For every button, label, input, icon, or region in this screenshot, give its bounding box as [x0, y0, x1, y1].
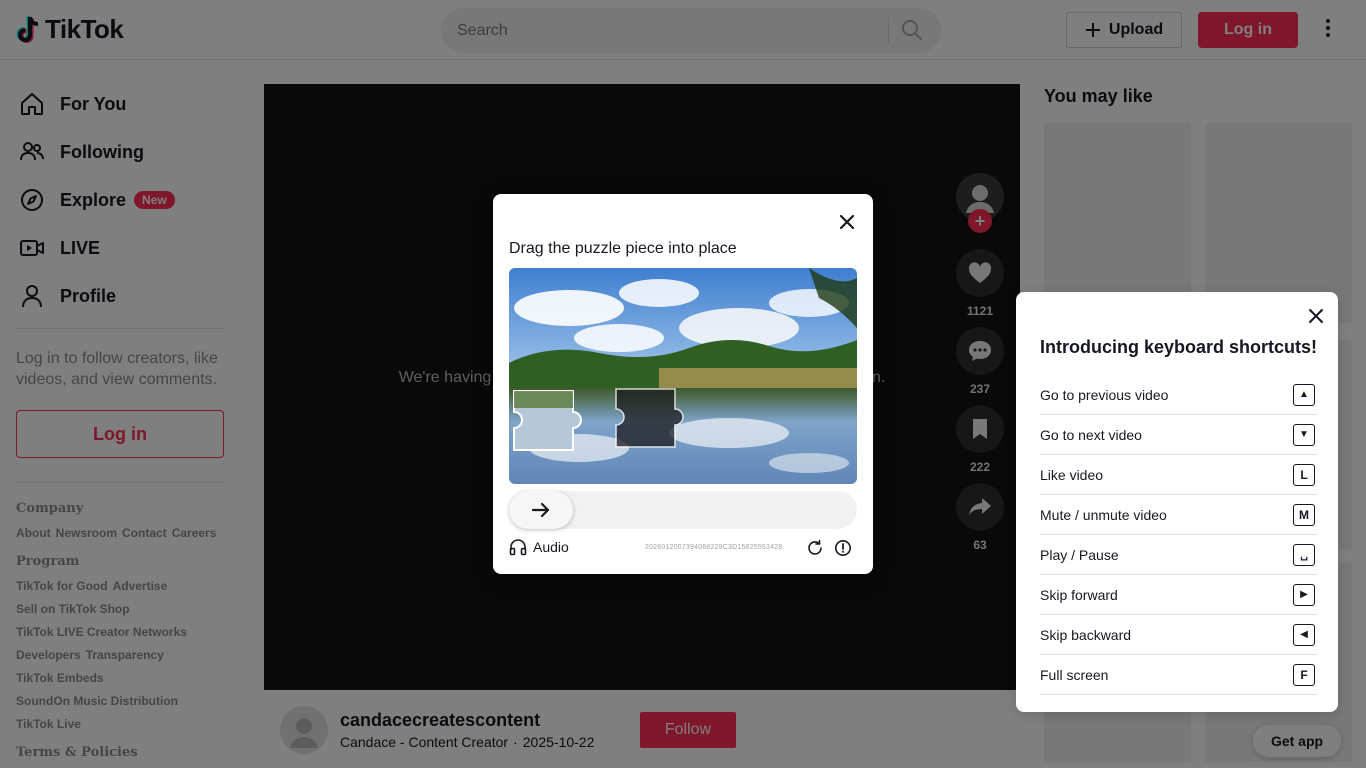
close-icon	[839, 214, 855, 230]
refresh-icon	[808, 539, 822, 555]
shortcut-row: Full screen F	[1040, 655, 1317, 695]
captcha-slider-handle[interactable]	[509, 491, 573, 529]
shortcut-row: Play / Pause ␣	[1040, 535, 1317, 575]
shortcuts-title: Introducing keyboard shortcuts!	[1040, 337, 1318, 357]
shortcut-label: Play / Pause	[1040, 546, 1119, 563]
arrow-right-key-icon: ▶	[1293, 583, 1315, 606]
shortcut-label: Full screen	[1040, 666, 1109, 683]
captcha-slider-track[interactable]	[509, 491, 857, 529]
shortcut-row: Skip backward ◀	[1040, 615, 1317, 655]
captcha-puzzle-image	[509, 268, 857, 484]
space-key-icon: ␣	[1293, 543, 1315, 566]
captcha-audio-label: Audio	[533, 539, 569, 555]
shortcut-label: Skip forward	[1040, 586, 1118, 603]
shortcut-label: Like video	[1040, 466, 1104, 483]
captcha-id-code: 2026012007394068229C3D15825553428	[645, 544, 783, 551]
captcha-refresh-button[interactable]	[806, 539, 824, 557]
f-key-icon: F	[1293, 663, 1315, 686]
shortcut-label: Skip backward	[1040, 626, 1132, 643]
shortcut-row: Mute / unmute video M	[1040, 495, 1317, 535]
shortcut-row: Like video L	[1040, 455, 1317, 495]
l-key-icon: L	[1293, 463, 1315, 486]
info-icon	[835, 540, 851, 556]
m-key-icon: M	[1293, 503, 1315, 526]
shortcut-row: Go to next video ▼	[1040, 415, 1317, 455]
puzzle-slot	[615, 388, 684, 448]
shortcut-label: Mute / unmute video	[1040, 506, 1167, 523]
captcha-audio-button[interactable]: Audio	[509, 538, 569, 556]
keyboard-shortcuts-panel: Introducing keyboard shortcuts! Go to pr…	[1016, 292, 1338, 712]
arrow-left-key-icon: ◀	[1293, 623, 1315, 646]
shortcut-label: Go to previous video	[1040, 386, 1169, 403]
captcha-dialog: Drag the puzzle piece into place Audio 2…	[493, 194, 873, 574]
shortcut-row: Skip forward ▶	[1040, 575, 1317, 615]
arrow-down-key-icon: ▼	[1293, 423, 1315, 446]
captcha-info-button[interactable]	[834, 539, 852, 557]
shortcut-label: Go to next video	[1040, 426, 1142, 443]
captcha-instruction: Drag the puzzle piece into place	[509, 240, 737, 257]
shortcuts-close-button[interactable]	[1306, 306, 1326, 326]
close-icon	[1309, 309, 1323, 323]
captcha-close-button[interactable]	[837, 212, 857, 232]
headphones-icon	[509, 539, 527, 556]
shortcut-row: Go to previous video ▲	[1040, 375, 1317, 415]
arrow-up-key-icon: ▲	[1293, 383, 1315, 406]
arrow-right-icon	[532, 502, 550, 518]
